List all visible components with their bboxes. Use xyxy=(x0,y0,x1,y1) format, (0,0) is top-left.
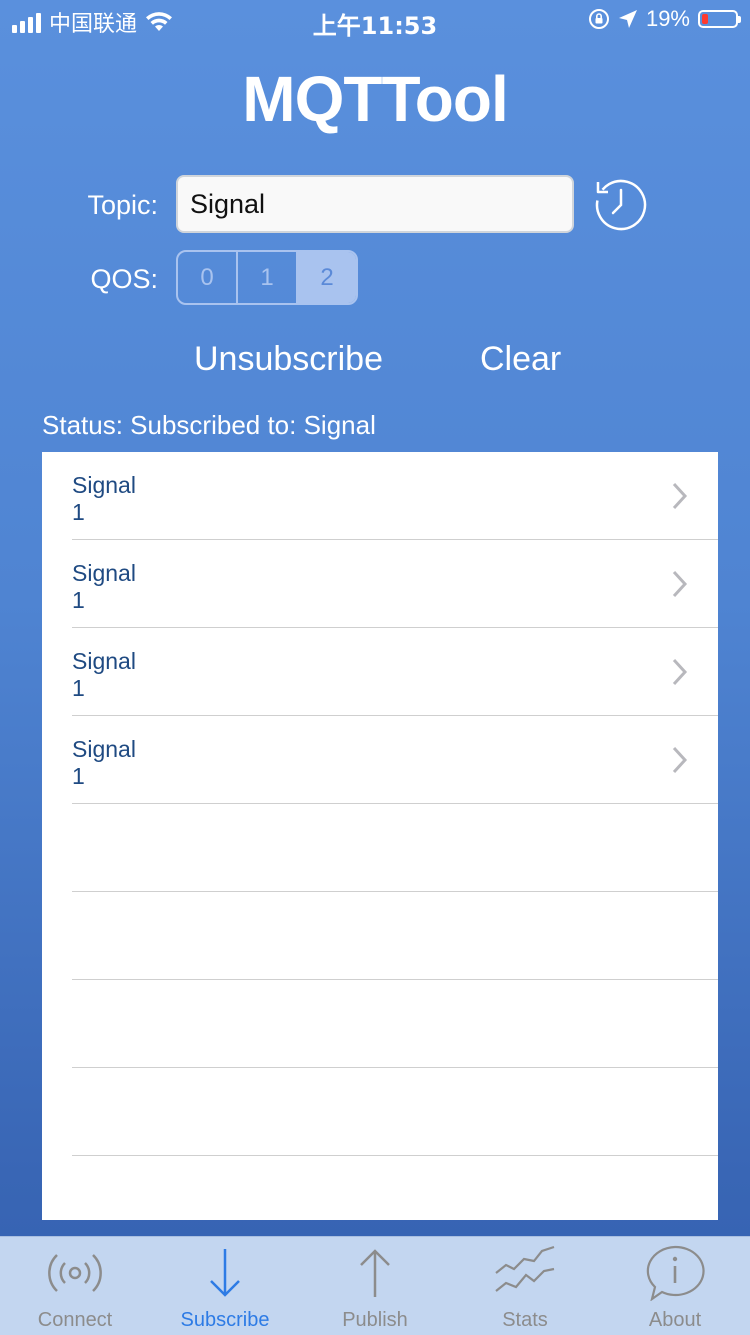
message-topic: Signal xyxy=(72,648,136,674)
status-text: Status: Subscribed to: Signal xyxy=(42,410,376,440)
arrow-up-icon xyxy=(360,1249,390,1297)
broadcast-icon xyxy=(48,1254,102,1292)
topic-label: Topic: xyxy=(87,190,158,220)
info-bubble-icon xyxy=(646,1245,705,1301)
unsubscribe-button[interactable]: Unsubscribe xyxy=(194,340,383,379)
message-payload: 1 xyxy=(72,763,85,789)
stats-chart-icon xyxy=(495,1245,555,1292)
chevron-right-icon xyxy=(672,746,688,774)
battery-level-fill xyxy=(702,14,708,24)
orientation-lock-icon xyxy=(588,9,609,29)
qos-option-2[interactable]: 2 xyxy=(296,252,356,303)
tab-subscribe[interactable]: Subscribe xyxy=(150,1237,300,1335)
battery-percent: 19% xyxy=(645,6,690,31)
message-topic: Signal xyxy=(72,736,136,762)
message-payload: 1 xyxy=(72,587,85,613)
tab-label: Subscribe xyxy=(180,1309,270,1331)
tab-connect[interactable]: Connect xyxy=(0,1237,150,1335)
battery-icon xyxy=(698,10,741,28)
tab-stats[interactable]: Stats xyxy=(450,1237,600,1335)
empty-row xyxy=(42,892,718,980)
qos-segmented-control: 0 1 2 xyxy=(176,250,358,305)
message-topic: Signal xyxy=(72,560,136,586)
messages-table[interactable]: Signal 1 Signal 1 Signal 1 Signal 1 xyxy=(42,452,718,1220)
clear-button[interactable]: Clear xyxy=(480,340,561,379)
message-row[interactable]: Signal 1 xyxy=(42,452,718,540)
status-bar-right: 19% xyxy=(588,6,741,32)
app-title: MQTTool xyxy=(242,63,509,135)
empty-row xyxy=(42,1068,718,1156)
tab-label: Connect xyxy=(37,1309,113,1331)
qos-label: QOS: xyxy=(90,264,158,294)
empty-row xyxy=(42,804,718,892)
chevron-right-icon xyxy=(672,658,688,686)
topic-input[interactable] xyxy=(176,175,574,233)
message-payload: 1 xyxy=(72,499,85,525)
qos-option-1[interactable]: 1 xyxy=(236,252,296,303)
tab-label: Stats xyxy=(502,1309,548,1331)
arrow-down-icon xyxy=(210,1249,240,1297)
chevron-right-icon xyxy=(672,570,688,598)
tab-label: About xyxy=(648,1309,702,1331)
tab-publish[interactable]: Publish xyxy=(300,1237,450,1335)
tab-bar: Connect Subscribe Publish Stats About xyxy=(0,1236,750,1335)
message-row[interactable]: Signal 1 xyxy=(42,540,718,628)
history-clock-icon[interactable] xyxy=(592,174,650,232)
tab-label: Publish xyxy=(342,1309,408,1331)
chevron-right-icon xyxy=(672,482,688,510)
status-bar: 中国联通 上午11:53 19% xyxy=(0,0,750,40)
qos-option-0[interactable]: 0 xyxy=(178,252,236,303)
tab-about[interactable]: About xyxy=(600,1237,750,1335)
message-payload: 1 xyxy=(72,675,85,701)
message-row[interactable]: Signal 1 xyxy=(42,716,718,804)
empty-row xyxy=(42,980,718,1068)
row-divider xyxy=(72,1155,718,1156)
location-arrow-icon xyxy=(618,10,637,28)
message-topic: Signal xyxy=(72,472,136,498)
message-row[interactable]: Signal 1 xyxy=(42,628,718,716)
